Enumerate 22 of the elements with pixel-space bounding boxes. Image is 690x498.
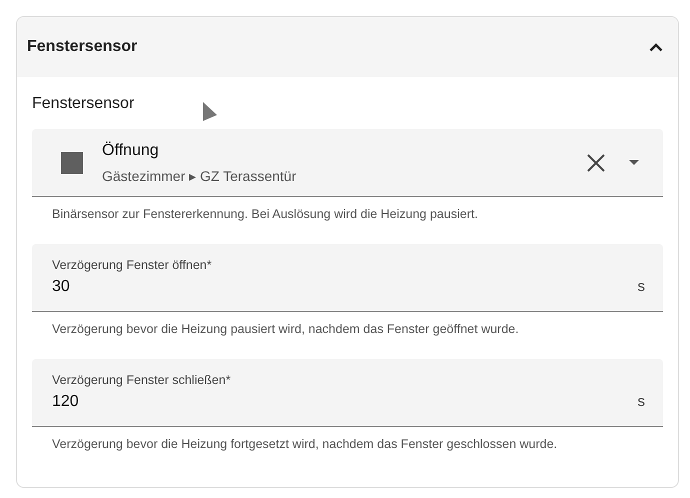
dropdown-caret-icon[interactable] [629, 160, 639, 165]
square-icon [61, 152, 83, 174]
entity-name: Öffnung [102, 142, 160, 160]
field-label: Verzögerung Fenster öffnen* [52, 258, 213, 272]
input-field[interactable]: Verzögerung Fenster schließen* 120 s [32, 359, 663, 427]
cursor-icon [202, 101, 218, 123]
panel-header[interactable]: Fenstersensor [17, 17, 678, 77]
unit-suffix: s [638, 393, 645, 411]
entity-picker[interactable]: Öffnung Gästezimmer ▸ GZ Terassentür [32, 129, 663, 197]
clear-icon[interactable] [587, 154, 605, 172]
panel-title: Fenstersensor [27, 38, 138, 56]
input-field[interactable]: Verzögerung Fenster öffnen* 30 s [32, 244, 663, 312]
unit-suffix: s [638, 278, 645, 296]
field-value: 30 [52, 278, 70, 296]
chevron-up-icon [649, 42, 663, 52]
entity-path: Gästezimmer ▸ GZ Terassentür [102, 168, 298, 184]
helper-text: Verzögerung bevor die Heizung fortgesetzt wird, nachdem das Fenster geschlossen wurde. [51, 436, 558, 453]
helper-text: Binärsensor zur Fenstererkennung. Bei Auslösung wird die Heizung pausiert. [51, 206, 479, 223]
helper-text: Verzögerung bevor die Heizung pausiert wird, nachdem das Fenster geöffnet wurde. [51, 321, 520, 338]
field-label: Verzögerung Fenster schließen* [52, 373, 232, 387]
field-value: 120 [52, 393, 79, 411]
section-label: Fenstersensor [32, 95, 134, 114]
